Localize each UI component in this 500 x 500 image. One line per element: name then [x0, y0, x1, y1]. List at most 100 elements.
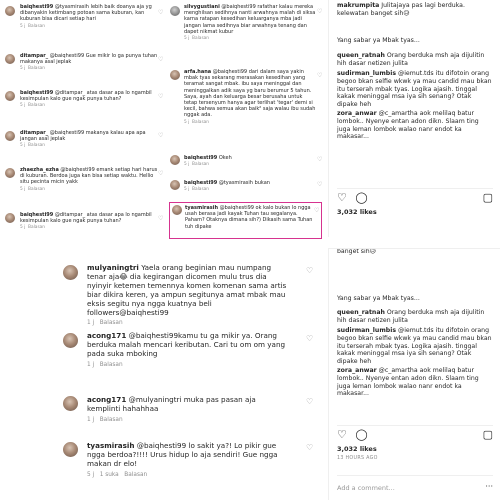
- heart-icon[interactable]: ♡: [306, 443, 313, 452]
- reply-button[interactable]: Balasan: [28, 103, 45, 108]
- avatar[interactable]: [5, 168, 15, 178]
- comment-icon[interactable]: ◯: [355, 191, 367, 204]
- comment: mulyaningtri Yaela orang beginian mau nu…: [87, 263, 287, 328]
- comment-username[interactable]: arfa.hana: [184, 69, 211, 75]
- comment-username[interactable]: zhaezha_ezha: [20, 167, 59, 173]
- reply-button[interactable]: Balasan: [192, 187, 209, 192]
- like-icon[interactable]: ♡: [337, 191, 347, 204]
- comment-username[interactable]: baiqhesti99: [20, 90, 53, 96]
- comment: sudirman_lumbis @iemut.tds itu difotoin …: [337, 327, 493, 366]
- reply-button[interactable]: Balasan: [28, 66, 45, 71]
- heart-icon[interactable]: ♡: [306, 334, 313, 343]
- avatar[interactable]: [170, 155, 180, 165]
- avatar[interactable]: [5, 91, 15, 101]
- avatar[interactable]: [170, 6, 180, 16]
- avatar[interactable]: [5, 213, 15, 223]
- comment-username[interactable]: queen_ratnah: [337, 52, 385, 59]
- comment-icon[interactable]: ◯: [355, 428, 367, 441]
- avatar[interactable]: [63, 265, 78, 280]
- comment: arfa.hana @baiqhesti99 dari dalam saya y…: [184, 69, 316, 126]
- reply-button[interactable]: Balasan: [192, 120, 209, 125]
- reply-button[interactable]: Balasan: [192, 162, 209, 167]
- comment: acong171 @mulyaningtri muka pas pasan aj…: [87, 395, 287, 425]
- comment: ditampar_ @baiqhesti99 Gue mikir lo ga p…: [20, 53, 158, 73]
- right-bottom-post-panel: banget sih😥 Yang sabar ya Mbak tyas... q…: [328, 248, 500, 500]
- comment-username[interactable]: sudirman_lumbis: [337, 327, 396, 334]
- comment-username[interactable]: baiqhesti99: [20, 4, 53, 10]
- comment: baiqhesti99 @tyasmirasih lebih baik doan…: [20, 4, 158, 30]
- comment-meta: 5 j Balasan: [184, 36, 210, 42]
- reply-button[interactable]: Balasan: [28, 225, 45, 230]
- likes-count[interactable]: 3,032 likes: [337, 208, 377, 216]
- comment-meta: 5 j Balasan: [184, 162, 210, 168]
- avatar[interactable]: [170, 180, 180, 190]
- add-comment-input[interactable]: Add a comment...: [337, 484, 395, 492]
- heart-icon[interactable]: ♡: [158, 170, 163, 177]
- heart-icon[interactable]: ♡: [317, 156, 322, 163]
- reply-button[interactable]: Balasan: [28, 143, 45, 148]
- top-middle-comments-panel: silvygustiani @baiqhesti99 rafathar kala…: [166, 0, 326, 240]
- comment: silvygustiani @baiqhesti99 rafathar kala…: [184, 4, 316, 42]
- reply-button[interactable]: Balasan: [28, 24, 45, 29]
- avatar[interactable]: [63, 442, 78, 457]
- reply-button[interactable]: Balasan: [100, 362, 123, 368]
- heart-icon[interactable]: ♡: [317, 8, 322, 15]
- comment-meta: 5 j 1 suka Balasan: [87, 471, 148, 478]
- comment-username[interactable]: acong171: [87, 331, 126, 340]
- comment-username[interactable]: mulyaningtri: [87, 263, 139, 272]
- reply-button[interactable]: Balasan: [100, 320, 123, 326]
- comment-username[interactable]: ditampar_: [20, 53, 48, 59]
- avatar[interactable]: [170, 70, 180, 80]
- top-left-comments-panel: baiqhesti99 @tyasmirasih lebih baik doan…: [0, 0, 165, 258]
- heart-icon[interactable]: ♡: [158, 56, 163, 63]
- comment-meta: 1 j Balasan: [87, 320, 123, 327]
- comment-username[interactable]: tyasmirasih: [185, 205, 218, 211]
- avatar[interactable]: [5, 54, 15, 64]
- heart-icon[interactable]: ♡: [158, 215, 163, 222]
- avatar[interactable]: [172, 205, 182, 215]
- comment: baiqhesti99 @ditampar_ atas dasar apa lo…: [20, 90, 158, 110]
- comment-username[interactable]: baiqhesti99: [20, 212, 53, 218]
- comment-username[interactable]: sudirman_lumbis: [337, 70, 396, 77]
- comment-meta: 5 j Balasan: [20, 143, 46, 149]
- avatar[interactable]: [63, 396, 78, 411]
- comment-username[interactable]: tyasmirasih: [87, 441, 134, 450]
- heart-icon[interactable]: ♡: [158, 132, 163, 139]
- like-icon[interactable]: ♡: [337, 428, 347, 441]
- reply-button[interactable]: Balasan: [28, 187, 45, 192]
- comment-username[interactable]: zora_anwar: [337, 110, 377, 117]
- comment-username[interactable]: baiqhesti99: [184, 155, 217, 161]
- comment-username[interactable]: zora_anwar: [337, 367, 377, 374]
- reply-button[interactable]: Balasan: [192, 36, 209, 41]
- comment: sudirman_lumbis @iemut.tds itu difotoin …: [337, 70, 493, 109]
- heart-icon[interactable]: ♡: [158, 9, 163, 16]
- right-top-post-panel: makrumpita Julitajaya pas lagi berduka. …: [328, 0, 500, 237]
- heart-icon[interactable]: ♡: [317, 181, 322, 188]
- avatar[interactable]: [63, 333, 78, 348]
- heart-icon[interactable]: ♡: [314, 207, 319, 214]
- comment-username[interactable]: queen_ratnah: [337, 309, 385, 316]
- bookmark-icon[interactable]: ▢: [483, 429, 493, 440]
- more-options-icon[interactable]: ···: [485, 482, 493, 491]
- reply-button[interactable]: Balasan: [124, 472, 147, 478]
- comment: baiqhesti99 Okeh 5 j Balasan: [184, 155, 316, 168]
- heart-icon[interactable]: ♡: [306, 266, 313, 275]
- comment-username[interactable]: ditampar_: [20, 130, 48, 136]
- comment-username[interactable]: acong171: [87, 395, 126, 404]
- comment-meta: 5 j Balasan: [20, 225, 46, 231]
- heart-icon[interactable]: ♡: [317, 72, 322, 79]
- comment: queen_ratnah Orang berduka msh aja dijul…: [337, 52, 493, 68]
- likes-label[interactable]: 1 suka: [100, 472, 119, 478]
- heart-icon[interactable]: ♡: [158, 93, 163, 100]
- comment-meta: 5 j Balasan: [184, 119, 210, 125]
- reply-button[interactable]: Balasan: [100, 417, 123, 423]
- comment-username[interactable]: baiqhesti99: [184, 180, 217, 186]
- likes-count[interactable]: 3,032 likes: [337, 445, 377, 453]
- action-bar: ♡ ◯ ▢: [337, 425, 493, 441]
- avatar[interactable]: [5, 6, 15, 16]
- heart-icon[interactable]: ♡: [306, 397, 313, 406]
- avatar[interactable]: [5, 131, 15, 141]
- bookmark-icon[interactable]: ▢: [483, 192, 493, 203]
- comment-username[interactable]: silvygustiani: [184, 4, 220, 10]
- caption-username[interactable]: makrumpita: [337, 2, 379, 9]
